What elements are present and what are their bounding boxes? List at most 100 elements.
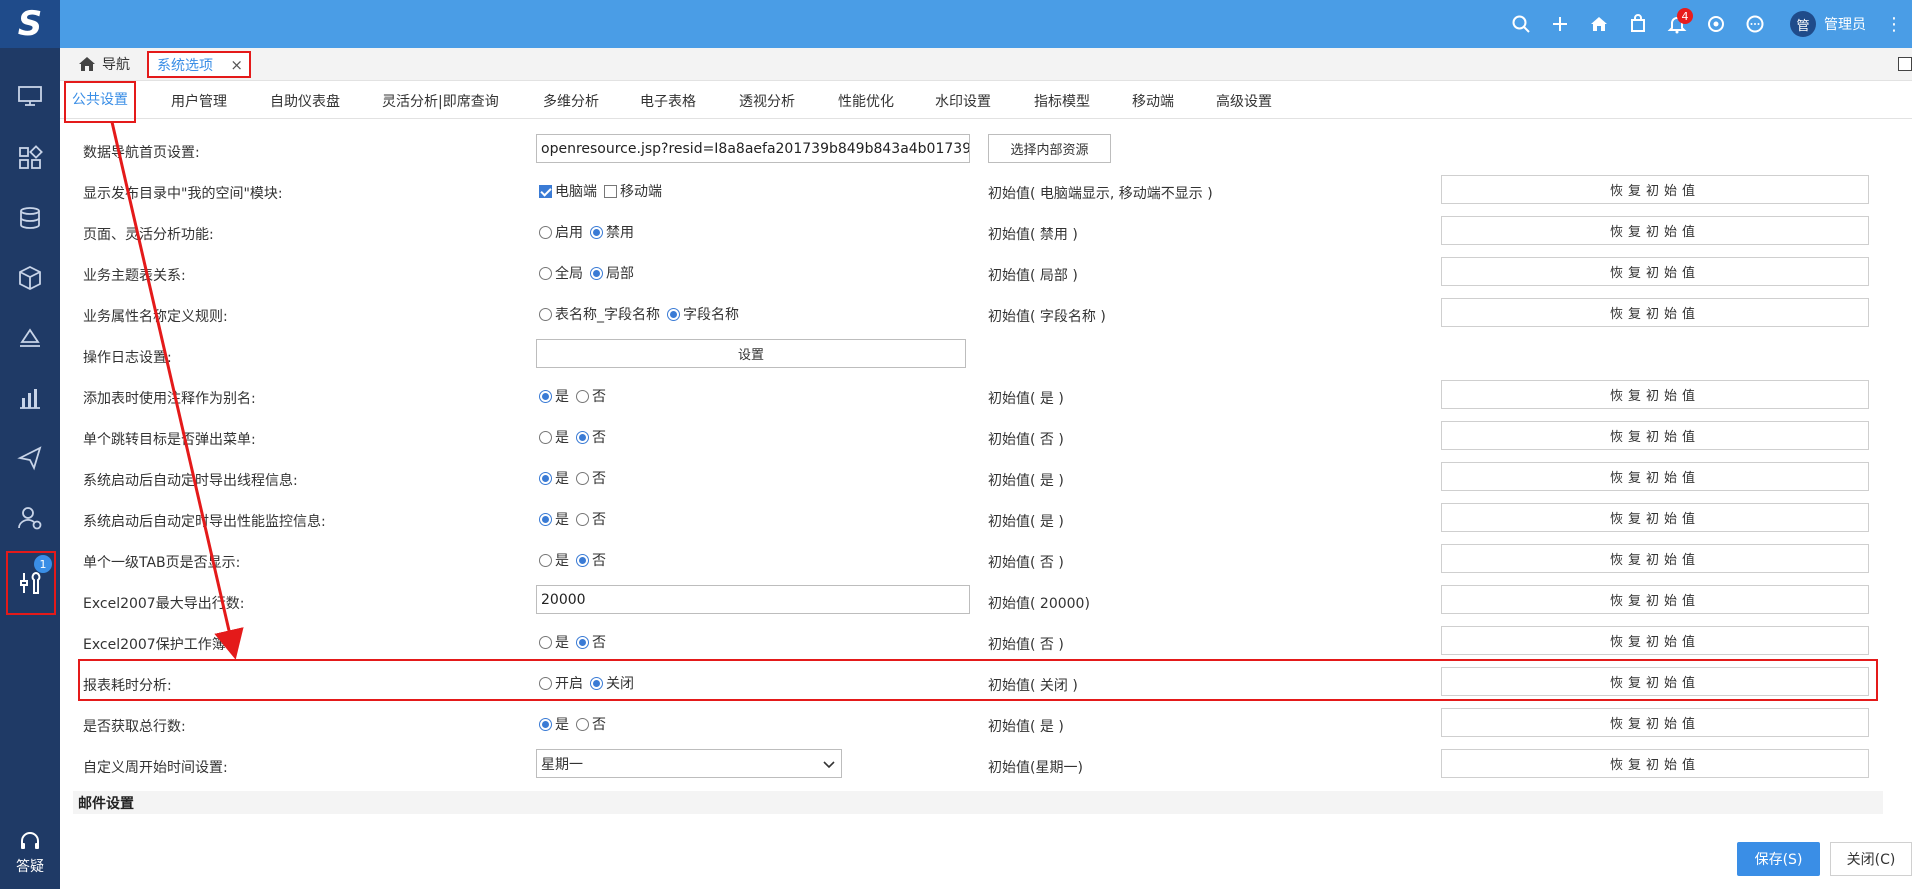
week-start-select[interactable]: 星期一 [536,749,842,778]
setting-label: Excel2007最大导出行数: [83,596,245,612]
settings-hub-icon[interactable] [1696,0,1735,48]
subtab-adhoc-analysis[interactable]: 灵活分析|即席查询 [382,81,499,119]
excel-max-rows-input[interactable]: 20000 [536,585,970,614]
reset-button[interactable]: 恢复初始值 [1441,216,1869,245]
reset-button[interactable]: 恢复初始值 [1441,257,1869,286]
table-field-radio[interactable] [539,307,552,321]
reset-button[interactable]: 恢复初始值 [1441,544,1869,573]
mail-settings-section: 邮件设置 [73,791,1883,814]
operation-log-settings-button[interactable]: 设置 [536,339,966,368]
close-tab-icon[interactable]: × [230,56,243,74]
sidebar-chart-icon[interactable] [0,378,60,418]
chat-icon[interactable] [1735,0,1774,48]
no-radio[interactable] [576,553,589,567]
reset-button[interactable]: 恢复初始值 [1441,175,1869,204]
yes-label: 是 [555,717,569,733]
help-button[interactable]: 答疑 [0,830,60,876]
setting-row-excel-max-rows: Excel2007最大导出行数: 20000 初始值( 20000) 恢复初始值 [78,581,1878,622]
subtab-spreadsheet[interactable]: 电子表格 [640,81,696,119]
reset-button[interactable]: 恢复初始值 [1441,708,1869,737]
bell-icon[interactable]: 4 [1657,0,1696,48]
field-name-radio[interactable] [667,307,680,321]
tab-navigation[interactable]: 导航 [78,54,130,74]
home-icon[interactable] [1579,0,1618,48]
no-radio[interactable] [576,635,589,649]
homepage-url-input[interactable]: openresource.jsp?resid=I8a8aefa201739b84… [536,134,970,163]
setting-label: 显示发布目录中"我的空间"模块: [83,186,283,202]
pc-label: 电脑端 [555,184,597,200]
subtab-mobile[interactable]: 移动端 [1132,81,1174,119]
subtab-metric-model[interactable]: 指标模型 [1034,81,1090,119]
tab-system-options[interactable]: 系统选项 × [147,51,251,78]
app-logo[interactable]: S [0,0,60,48]
subtab-performance[interactable]: 性能优化 [838,81,894,119]
setting-label: 页面、灵活分析功能: [83,227,214,243]
setting-row-flex-analysis: 页面、灵活分析功能: 启用 禁用 初始值( 禁用 ) 恢复初始值 [78,212,1878,253]
reset-button[interactable]: 恢复初始值 [1441,626,1869,655]
yes-label: 是 [555,635,569,651]
sidebar-layers-icon[interactable] [0,318,60,358]
reset-button[interactable]: 恢复初始值 [1441,585,1869,614]
yes-radio[interactable] [539,635,552,649]
subtab-pivot[interactable]: 透视分析 [739,81,795,119]
pc-checkbox[interactable] [539,184,552,198]
local-radio[interactable] [590,266,603,280]
save-button[interactable]: 保存(S) [1737,842,1820,876]
subtab-watermark[interactable]: 水印设置 [935,81,991,119]
add-icon[interactable] [1540,0,1579,48]
mobile-checkbox[interactable] [604,184,617,198]
reset-button[interactable]: 恢复初始值 [1441,380,1869,409]
no-radio[interactable] [576,430,589,444]
close-button[interactable]: 关闭(C) [1830,842,1912,876]
initial-value: 初始值( 否 ) [988,555,1064,571]
sidebar-send-icon[interactable] [0,438,60,478]
no-radio[interactable] [576,389,589,403]
reset-button[interactable]: 恢复初始值 [1441,421,1869,450]
no-radio[interactable] [576,471,589,485]
avatar[interactable]: 管 [1790,11,1816,37]
comment-alias-options: 是 否 [536,386,610,406]
sidebar-monitor-icon[interactable] [0,76,60,116]
search-icon[interactable] [1501,0,1540,48]
no-radio[interactable] [576,717,589,731]
setting-row-operation-log: 操作日志设置: 设置 [78,335,1878,376]
setting-row-week-start: 自定义周开始时间设置: 星期一 初始值(星期一) 恢复初始值 [78,745,1878,786]
yes-label: 是 [555,512,569,528]
reset-button[interactable]: 恢复初始值 [1441,503,1869,532]
select-internal-resource-button[interactable]: 选择内部资源 [988,134,1111,163]
reset-button[interactable]: 恢复初始值 [1441,298,1869,327]
subtab-user-management[interactable]: 用户管理 [171,81,227,119]
sidebar-tools-icon[interactable]: 1 [6,551,56,615]
maximize-icon[interactable] [1898,57,1912,71]
sidebar-apps-icon[interactable] [0,138,60,178]
enable-radio[interactable] [539,225,552,239]
sidebar-cube-icon[interactable] [0,258,60,298]
sidebar-user-settings-icon[interactable] [0,498,60,538]
yes-radio[interactable] [539,389,552,403]
subtab-olap[interactable]: 多维分析 [543,81,599,119]
jump-popup-options: 是 否 [536,427,610,447]
no-label: 否 [592,430,606,446]
no-radio[interactable] [576,512,589,526]
more-menu-icon[interactable]: ⋮ [1882,14,1906,35]
subtab-advanced[interactable]: 高级设置 [1216,81,1272,119]
topic-relation-options: 全局 局部 [536,263,638,283]
subtab-public-settings[interactable]: 公共设置 [64,81,136,123]
top-actions: 4 管 管理员 ⋮ [1501,0,1912,48]
reset-button[interactable]: 恢复初始值 [1441,749,1869,778]
yes-radio[interactable] [539,717,552,731]
initial-value: 初始值( 字段名称 ) [988,309,1106,325]
subtab-dashboard[interactable]: 自助仪表盘 [270,81,340,119]
disable-radio[interactable] [590,225,603,239]
yes-radio[interactable] [539,512,552,526]
global-radio[interactable] [539,266,552,280]
tab-navigation-label: 导航 [102,57,130,73]
yes-radio[interactable] [539,430,552,444]
sidebar-database-icon[interactable] [0,198,60,238]
yes-radio[interactable] [539,471,552,485]
username[interactable]: 管理员 [1824,14,1866,34]
setting-label: 自定义周开始时间设置: [83,760,228,776]
shopping-bag-icon[interactable] [1618,0,1657,48]
yes-radio[interactable] [539,553,552,567]
reset-button[interactable]: 恢复初始值 [1441,462,1869,491]
